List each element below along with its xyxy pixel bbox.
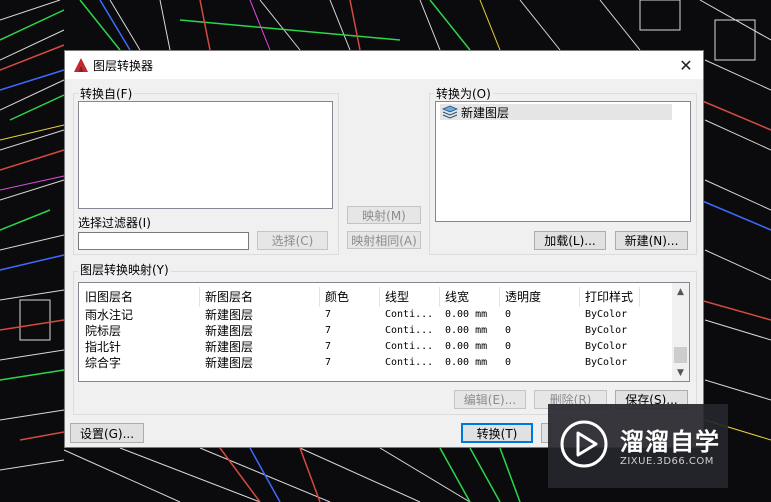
column-divider bbox=[639, 287, 640, 307]
column-divider bbox=[439, 287, 440, 307]
table-cell-linetype: Conti... bbox=[385, 325, 434, 336]
table-cell-plot-style: ByColor bbox=[585, 341, 628, 352]
convert-from-list[interactable] bbox=[78, 101, 333, 209]
convert-from-label: 转换自(F) bbox=[78, 85, 135, 102]
table-cell-old-name: 院标层 bbox=[85, 324, 122, 338]
table-cell-plot-style: ByColor bbox=[585, 325, 628, 336]
watermark-name: 溜溜自学 bbox=[620, 428, 720, 456]
edit-button[interactable]: 编辑(E)... bbox=[454, 390, 526, 409]
table-cell-new-name: 新建图层 bbox=[205, 324, 254, 338]
table-cell-transparency: 0 bbox=[505, 357, 512, 368]
table-cell-old-name: 雨水注记 bbox=[85, 308, 134, 322]
table-cell-transparency: 0 bbox=[505, 309, 512, 320]
table-cell-linetype: Conti... bbox=[385, 341, 434, 352]
scroll-thumb[interactable] bbox=[674, 347, 687, 363]
table-cell-plot-style: ByColor bbox=[585, 309, 628, 320]
map-button[interactable]: 映射(M) bbox=[347, 206, 421, 224]
convert-to-label: 转换为(O) bbox=[434, 85, 493, 102]
close-button[interactable]: ✕ bbox=[669, 51, 703, 79]
column-header[interactable]: 颜色 bbox=[325, 287, 349, 307]
table-cell-plot-style: ByColor bbox=[585, 357, 628, 368]
column-divider bbox=[199, 287, 200, 307]
table-cell-new-name: 新建图层 bbox=[205, 308, 254, 322]
table-cell-lineweight: 0.00 mm bbox=[445, 309, 488, 320]
table-scrollbar[interactable]: ▲ ▼ bbox=[672, 283, 689, 381]
convert-to-item[interactable]: 新建图层 bbox=[440, 104, 672, 120]
selection-filter-input[interactable] bbox=[78, 232, 249, 250]
scroll-up-icon[interactable]: ▲ bbox=[672, 283, 689, 300]
layer-translator-dialog: 图层转换器 ✕ 转换自(F) 选择过滤器(I) 选择(C) 映射(M) 映射相同… bbox=[64, 50, 704, 448]
table-cell-color: 7 bbox=[325, 325, 332, 336]
table-cell-color: 7 bbox=[325, 357, 332, 368]
table-cell-lineweight: 0.00 mm bbox=[445, 357, 488, 368]
scroll-down-icon[interactable]: ▼ bbox=[672, 364, 689, 381]
table-cell-color: 7 bbox=[325, 341, 332, 352]
layer-stack-icon bbox=[442, 105, 458, 119]
convert-to-item-label: 新建图层 bbox=[461, 105, 510, 120]
column-header[interactable]: 线宽 bbox=[445, 287, 469, 307]
convert-button[interactable]: 转换(T) bbox=[461, 423, 533, 443]
table-cell-color: 7 bbox=[325, 309, 332, 320]
table-cell-lineweight: 0.00 mm bbox=[445, 325, 488, 336]
column-divider bbox=[319, 287, 320, 307]
table-cell-transparency: 0 bbox=[505, 341, 512, 352]
table-cell-transparency: 0 bbox=[505, 325, 512, 336]
mapping-label: 图层转换映射(Y) bbox=[78, 261, 171, 278]
column-header[interactable]: 打印样式 bbox=[585, 287, 633, 307]
table-cell-linetype: Conti... bbox=[385, 309, 434, 320]
column-header[interactable]: 旧图层名 bbox=[85, 287, 133, 307]
select-button[interactable]: 选择(C) bbox=[257, 231, 328, 250]
title-bar[interactable]: 图层转换器 ✕ bbox=[65, 51, 703, 79]
column-header[interactable]: 透明度 bbox=[505, 287, 541, 307]
load-button[interactable]: 加载(L)... bbox=[534, 231, 606, 250]
column-divider bbox=[499, 287, 500, 307]
map-same-button[interactable]: 映射相同(A) bbox=[347, 231, 421, 249]
column-divider bbox=[379, 287, 380, 307]
dialog-title: 图层转换器 bbox=[93, 59, 154, 73]
selection-filter-label: 选择过滤器(I) bbox=[78, 216, 151, 230]
column-header[interactable]: 线型 bbox=[385, 287, 409, 307]
column-divider bbox=[579, 287, 580, 307]
layer-mapping-table[interactable]: 旧图层名 新图层名 颜色 线型 线宽 透明度 打印样式 雨水注记 新建图层 7 … bbox=[78, 282, 690, 382]
play-logo-icon bbox=[560, 420, 608, 468]
table-cell-old-name: 综合字 bbox=[85, 356, 122, 370]
table-cell-new-name: 新建图层 bbox=[205, 340, 254, 354]
autocad-logo-icon bbox=[74, 58, 88, 72]
new-button[interactable]: 新建(N)... bbox=[615, 231, 688, 250]
watermark: 溜溜自学 ZIXUE.3D66.COM bbox=[548, 404, 728, 488]
convert-to-list[interactable]: 新建图层 bbox=[435, 101, 691, 222]
column-header[interactable]: 新图层名 bbox=[205, 287, 253, 307]
table-cell-new-name: 新建图层 bbox=[205, 356, 254, 370]
table-cell-old-name: 指北针 bbox=[85, 340, 122, 354]
settings-button[interactable]: 设置(G)... bbox=[70, 423, 144, 443]
watermark-url: ZIXUE.3D66.COM bbox=[620, 456, 714, 467]
table-cell-lineweight: 0.00 mm bbox=[445, 341, 488, 352]
table-cell-linetype: Conti... bbox=[385, 357, 434, 368]
